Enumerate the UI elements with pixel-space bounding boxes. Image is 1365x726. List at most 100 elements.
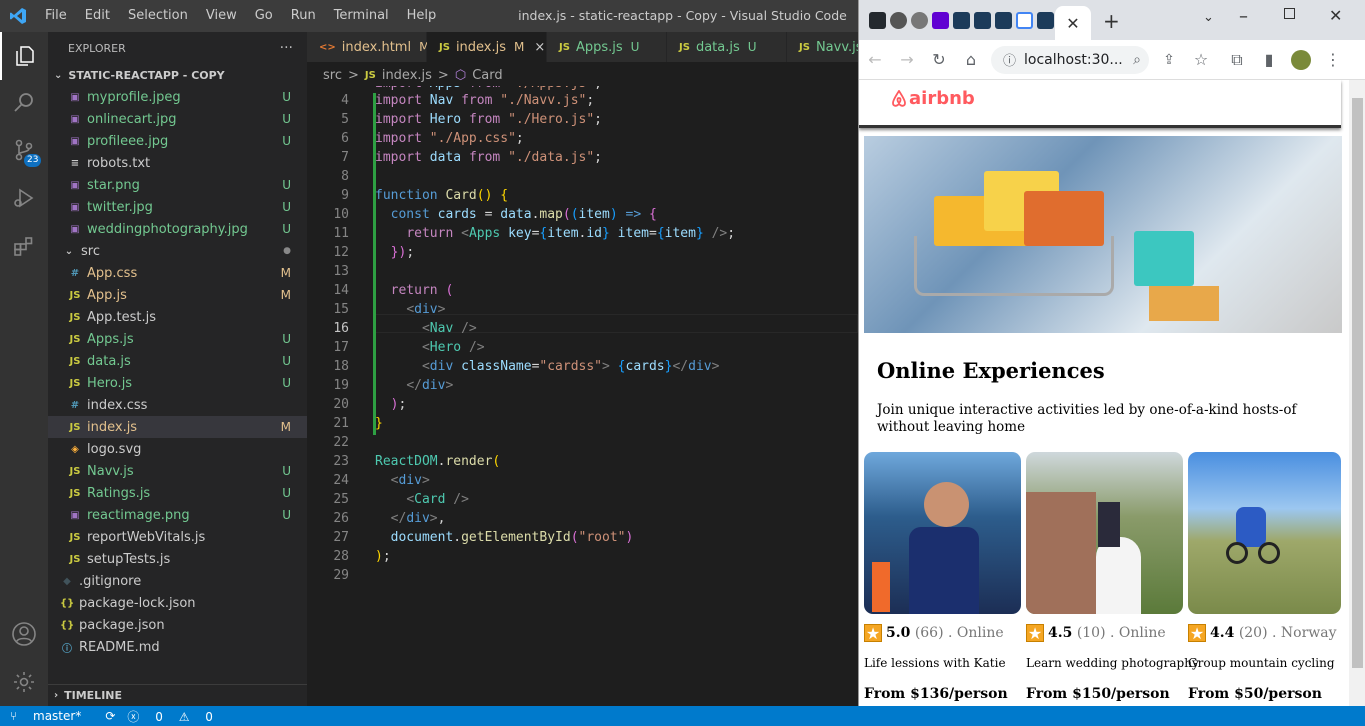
workspace-folder[interactable]: ⌄ STATIC-REACTAPP - COPY <box>48 64 307 86</box>
file-name: package.json <box>79 617 165 633</box>
menu-terminal[interactable]: Terminal <box>325 0 398 32</box>
code-editor[interactable]: import Apps from "./Apps.js"; 4 5 6 7 8 9 10 11… <box>307 86 858 706</box>
file-tree-item[interactable]: JS setupTests.js <box>48 548 307 570</box>
extensions-puzzle-icon[interactable]: ⧉ <box>1221 50 1253 70</box>
file-tree-item[interactable]: # App.css M <box>48 262 307 284</box>
airbnb-logo[interactable]: airbnb <box>891 88 975 109</box>
file-tree-item[interactable]: # index.css <box>48 394 307 416</box>
file-tree-item[interactable]: JS Hero.js U <box>48 372 307 394</box>
github-favicon-icon[interactable] <box>869 11 886 29</box>
file-tree-item[interactable]: ◆ .gitignore <box>48 570 307 592</box>
back-icon[interactable]: ← <box>859 50 891 69</box>
code-line: </div> <box>406 378 454 393</box>
tab-data-js[interactable]: JS data.js U <box>667 32 787 62</box>
explorer-icon[interactable] <box>0 32 48 80</box>
menu-help[interactable]: Help <box>398 0 446 32</box>
side-panel-icon[interactable]: ▮ <box>1253 50 1285 69</box>
vertical-scrollbar[interactable] <box>1349 80 1365 706</box>
breadcrumb-file[interactable]: index.js <box>382 68 432 83</box>
settings-gear-icon[interactable] <box>0 658 48 706</box>
tab-favicon-icon[interactable] <box>1037 11 1054 29</box>
file-tree-item[interactable]: ◈ logo.svg <box>48 438 307 460</box>
file-tree-item[interactable]: ▣ onlinecart.jpg U <box>48 108 307 130</box>
tab-favicon-icon[interactable] <box>911 11 928 29</box>
forward-icon[interactable]: → <box>891 50 923 69</box>
file-tree-item[interactable]: {} package.json <box>48 614 307 636</box>
image-file-icon: ▣ <box>70 201 80 213</box>
file-tree-item[interactable]: JS reportWebVitals.js <box>48 526 307 548</box>
tab-apps-js[interactable]: JS Apps.js U <box>547 32 667 62</box>
experience-card[interactable]: ★ 4.5 (10) . Online Learn wedding photog… <box>1026 452 1199 702</box>
active-browser-tab[interactable]: ✕ <box>1055 6 1091 40</box>
close-window-icon[interactable]: ✕ <box>1329 6 1342 25</box>
bike-wheel <box>1258 542 1280 564</box>
file-tree-item[interactable]: {} package-lock.json <box>48 592 307 614</box>
account-icon[interactable] <box>0 610 48 658</box>
site-navbar: airbnb <box>859 80 1341 128</box>
json-file-icon: {} <box>60 597 75 609</box>
file-tree-item[interactable]: ▣ reactimage.png U <box>48 504 307 526</box>
js-file-icon: JS <box>679 41 690 53</box>
experience-card[interactable]: ★ 5.0 (66) . Online Life lessions with K… <box>864 452 1021 702</box>
browser-toolbar: ← → ↻ ⌂ ⓘ localhost:30... ⌕ ⇪ ☆ ⧉ ▮ ⋮ <box>859 40 1365 80</box>
menu-view[interactable]: View <box>197 0 246 32</box>
home-icon[interactable]: ⌂ <box>955 50 987 69</box>
close-icon[interactable]: × <box>534 40 545 55</box>
menu-file[interactable]: File <box>36 0 76 32</box>
share-icon[interactable]: ⇪ <box>1153 52 1185 68</box>
file-tree-item[interactable]: ▣ star.png U <box>48 174 307 196</box>
tab-navv-js[interactable]: JS Navv.js <box>787 32 858 62</box>
maximize-icon[interactable] <box>1284 8 1295 19</box>
timeline-section[interactable]: › TIMELINE <box>48 684 307 706</box>
problems-indicator[interactable]: ⓧ 0 ⚠ 0 <box>127 708 225 725</box>
extensions-icon[interactable] <box>0 222 48 270</box>
new-tab-icon[interactable]: + <box>1103 9 1120 33</box>
tab-index-html[interactable]: <> index.html M <box>307 32 429 62</box>
file-tree-item[interactable]: JS Apps.js U <box>48 328 307 350</box>
scrollbar-thumb[interactable] <box>1352 98 1363 668</box>
bookmark-star-icon[interactable]: ☆ <box>1185 50 1217 69</box>
experience-card[interactable]: ★ 4.4 (20) . Norway Group mountain cycli… <box>1188 452 1341 702</box>
breadcrumb-src[interactable]: src <box>323 68 342 83</box>
more-actions-icon[interactable]: ··· <box>280 40 293 56</box>
close-tab-icon[interactable]: ✕ <box>1066 14 1079 33</box>
tab-favicon-icon[interactable] <box>974 11 991 29</box>
reload-icon[interactable]: ↻ <box>923 50 955 69</box>
file-tree-item[interactable]: JS Navv.js U <box>48 460 307 482</box>
card-image <box>1026 452 1183 614</box>
file-tree-item[interactable]: JS App.js M <box>48 284 307 306</box>
run-debug-icon[interactable] <box>0 174 48 222</box>
tab-favicon-icon[interactable] <box>953 11 970 29</box>
browser-menu-icon[interactable]: ⋮ <box>1317 50 1349 69</box>
branch-indicator[interactable]: ⑂ master* <box>10 709 93 723</box>
sync-icon[interactable]: ⟳ <box>105 709 115 723</box>
file-tree-item[interactable]: ▣ profileee.jpg U <box>48 130 307 152</box>
minimize-icon[interactable]: – <box>1239 6 1248 27</box>
file-tree-item[interactable]: JS Ratings.js U <box>48 482 307 504</box>
file-tree-item[interactable]: ≡ robots.txt <box>48 152 307 174</box>
tab-favicon-icon[interactable] <box>995 11 1012 29</box>
search-icon[interactable] <box>0 78 48 126</box>
file-tree-item[interactable]: JS data.js U <box>48 350 307 372</box>
zoom-icon[interactable]: ⌕ <box>1121 52 1153 68</box>
file-tree-item[interactable]: ⓘ README.md <box>48 636 307 658</box>
breadcrumb-symbol[interactable]: Card <box>472 68 502 83</box>
yahoo-favicon-icon[interactable] <box>932 11 949 29</box>
source-control-icon[interactable]: 23 <box>0 126 48 174</box>
tab-search-chevron-icon[interactable]: ⌄ <box>1203 10 1214 25</box>
code-line: ); <box>375 549 391 564</box>
file-tree-item[interactable]: ▣ twitter.jpg U <box>48 196 307 218</box>
profile-avatar[interactable] <box>1291 49 1311 70</box>
file-tree-item[interactable]: JS index.js M <box>48 416 307 438</box>
tab-index-js[interactable]: JS index.js M × <box>427 32 547 62</box>
menu-run[interactable]: Run <box>282 0 325 32</box>
menu-go[interactable]: Go <box>246 0 282 32</box>
menu-selection[interactable]: Selection <box>119 0 197 32</box>
file-tree-item[interactable]: ⌄ src ● <box>48 240 307 262</box>
google-favicon-icon[interactable] <box>1016 11 1033 29</box>
file-tree-item[interactable]: ▣ weddingphotography.jpg U <box>48 218 307 240</box>
menu-edit[interactable]: Edit <box>76 0 119 32</box>
tab-favicon-icon[interactable] <box>890 11 907 29</box>
file-tree-item[interactable]: ▣ myprofile.jpeg U <box>48 86 307 108</box>
file-tree-item[interactable]: JS App.test.js <box>48 306 307 328</box>
